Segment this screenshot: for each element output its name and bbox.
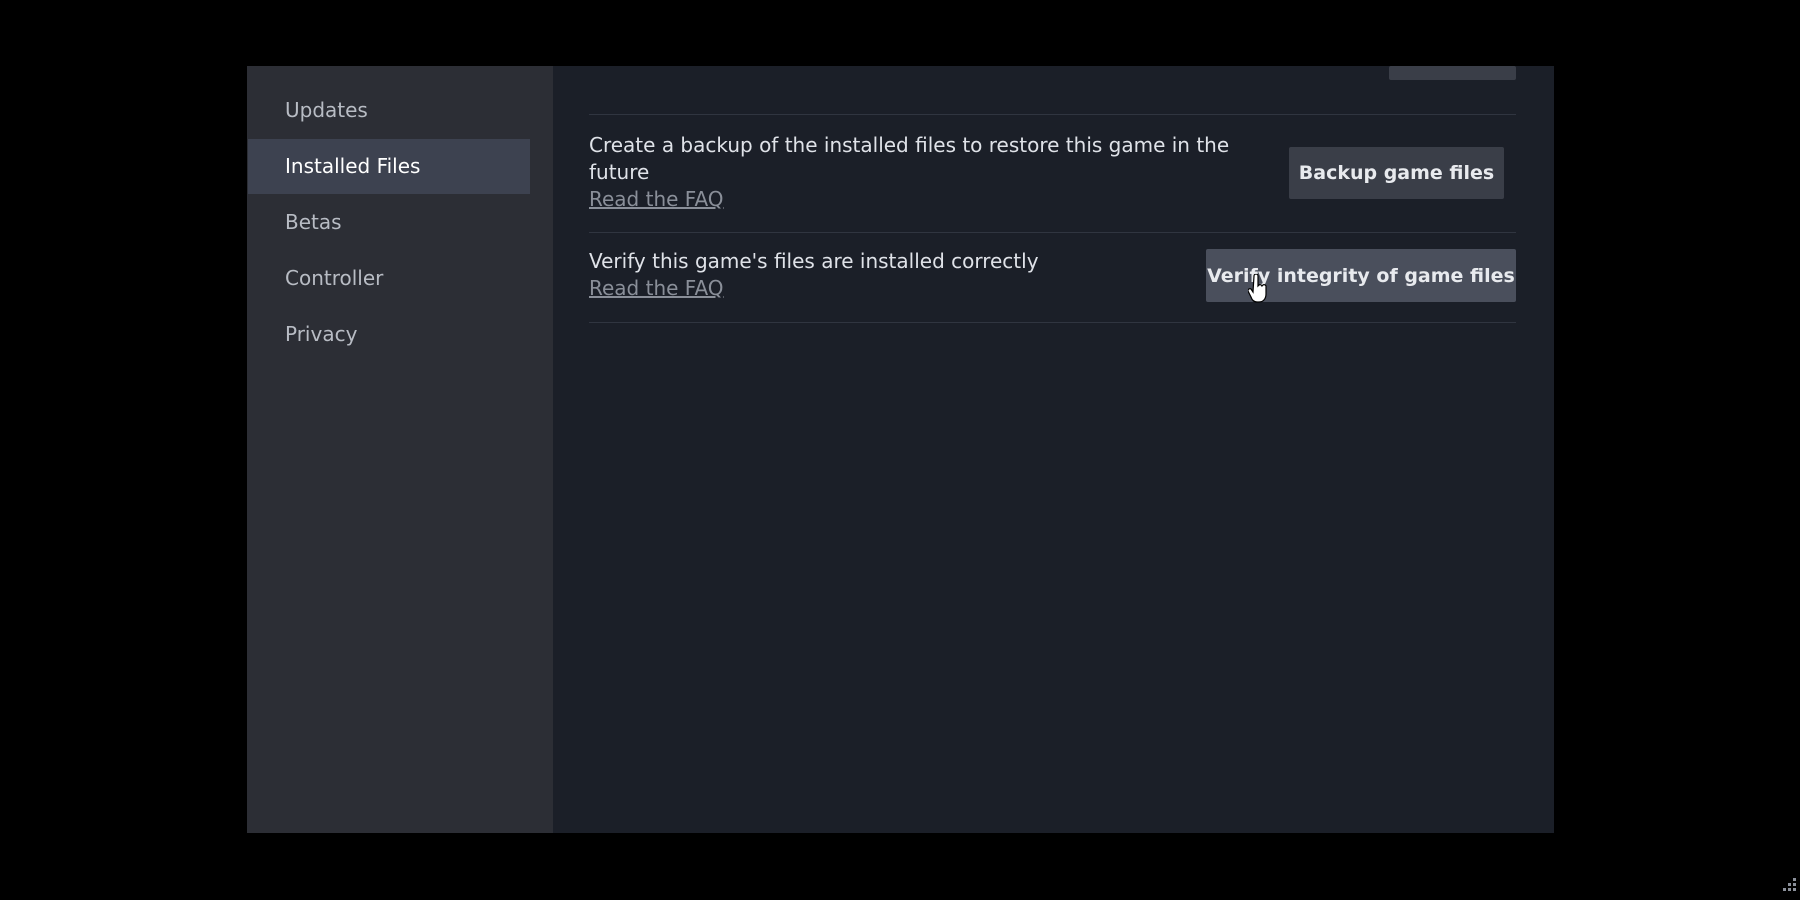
sidebar-item-controller[interactable]: Controller — [248, 251, 530, 306]
sidebar-item-betas[interactable]: Betas — [248, 195, 530, 250]
sidebar-item-privacy[interactable]: Privacy — [248, 307, 530, 362]
backup-faq-link[interactable]: Read the FAQ — [589, 187, 724, 211]
sidebar-item-installed-files[interactable]: Installed Files — [248, 139, 530, 194]
backup-game-files-button[interactable]: Backup game files — [1289, 147, 1504, 199]
divider — [589, 114, 1516, 115]
divider — [589, 232, 1516, 233]
game-properties-window: Updates Installed Files Betas Controller… — [247, 66, 1796, 891]
hand-cursor-icon — [1248, 274, 1267, 303]
partial-button-above[interactable] — [1389, 66, 1516, 80]
divider — [589, 322, 1516, 323]
sidebar-item-updates[interactable]: Updates — [248, 83, 530, 138]
verify-description: Verify this game's files are installed c… — [589, 249, 1039, 273]
sidebar: Updates Installed Files Betas Controller… — [247, 66, 553, 833]
backup-description: Create a backup of the installed files t… — [589, 133, 1230, 184]
verify-faq-link[interactable]: Read the FAQ — [589, 276, 724, 300]
resize-grip-icon[interactable] — [1779, 876, 1797, 894]
